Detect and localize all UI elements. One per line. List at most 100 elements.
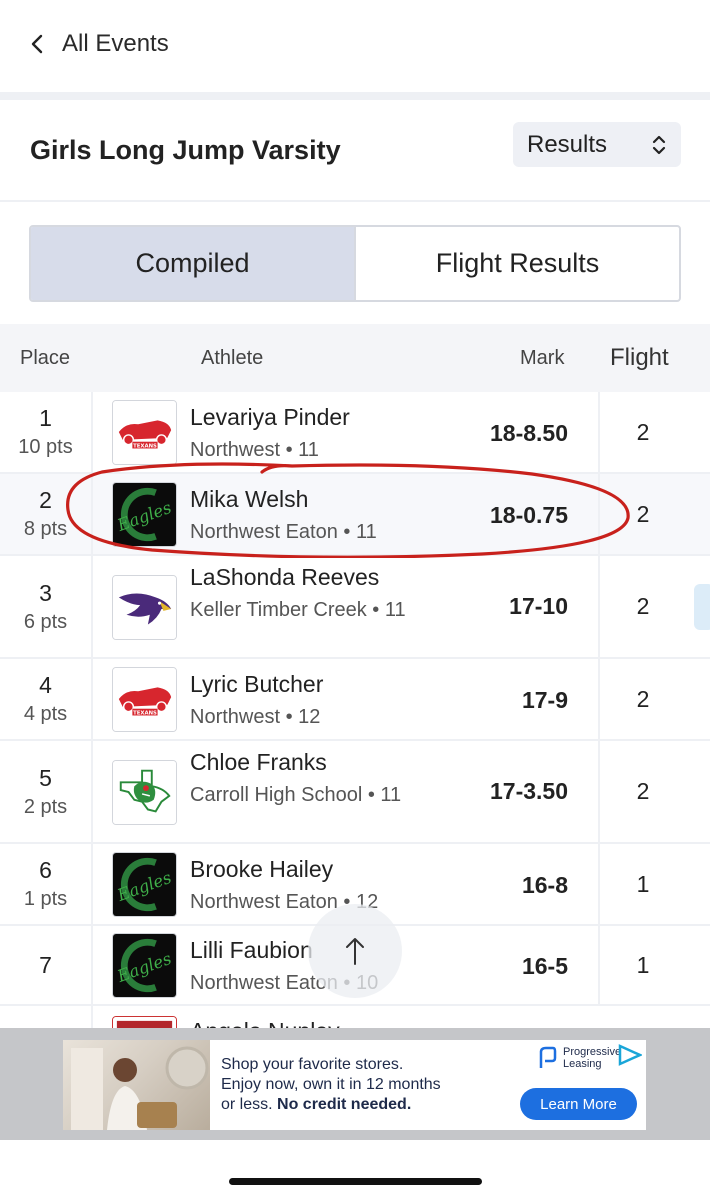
flight-value: 2 bbox=[598, 392, 686, 472]
place-number: 5 bbox=[39, 764, 52, 791]
mark-value: 17-9 bbox=[521, 687, 568, 713]
progressive-leasing-logo: Progressive Leasing bbox=[539, 1046, 621, 1070]
results-view-toggle: Compiled Flight Results bbox=[29, 225, 681, 302]
place-cell: 7 bbox=[0, 926, 93, 1004]
place-cell: 3 6 pts bbox=[0, 556, 93, 657]
ad-line-1: Shop your favorite stores. bbox=[221, 1056, 404, 1073]
svg-text:TEXANS: TEXANS bbox=[133, 711, 157, 717]
ad-line-3-bold: No credit needed. bbox=[277, 1096, 412, 1113]
mark-value: 18-0.75 bbox=[489, 502, 568, 528]
partial-column-chip bbox=[694, 584, 710, 630]
athlete-name[interactable]: Angela Nunley bbox=[190, 1018, 340, 1028]
table-row[interactable]: 3 6 pts LaShonda Reeves Keller Timber Cr… bbox=[0, 556, 710, 659]
points: 4 pts bbox=[23, 703, 68, 725]
place-cell: 1 10 pts bbox=[0, 392, 93, 472]
tab-compiled[interactable]: Compiled bbox=[31, 227, 356, 300]
points: 10 pts bbox=[18, 436, 73, 458]
place-number: 2 bbox=[39, 487, 52, 513]
table-row[interactable]: 5 2 pts Chloe Franks Carroll High School… bbox=[0, 741, 710, 844]
athlete-school: Northwest • 11 bbox=[190, 439, 319, 461]
chevron-left-icon bbox=[31, 34, 43, 54]
ad-banner-bar: Shop your favorite stores. Enjoy now, ow… bbox=[0, 1028, 710, 1140]
table-row[interactable]: 1 10 pts TEXANS Levariya Pinder Northwes… bbox=[0, 392, 710, 474]
svg-text:TEXANS: TEXANS bbox=[133, 444, 157, 450]
eagles-logo: Eagles bbox=[112, 852, 177, 917]
table-row[interactable]: Angela Nunley bbox=[0, 1006, 710, 1028]
view-select-value: Results bbox=[527, 130, 608, 158]
partial-logo bbox=[112, 1016, 177, 1028]
event-title: Girls Long Jump Varsity bbox=[30, 135, 341, 165]
back-to-all-events-button[interactable]: All Events bbox=[30, 30, 169, 58]
arrow-up-icon bbox=[346, 938, 364, 965]
header-place[interactable]: Place bbox=[20, 347, 70, 370]
table-row[interactable]: 4 4 pts TEXANS Lyric Butcher Northwest •… bbox=[0, 659, 710, 741]
athlete-school: Northwest • 12 bbox=[190, 706, 321, 728]
ad-line-2: Enjoy now, own it in 12 months bbox=[221, 1076, 441, 1093]
brand-line-1: Progressive bbox=[563, 1046, 622, 1058]
athlete-school: Carroll High School • 11 bbox=[190, 784, 402, 806]
advertisement[interactable]: Shop your favorite stores. Enjoy now, ow… bbox=[63, 1040, 646, 1130]
athlete-name[interactable]: Mika Welsh bbox=[190, 486, 308, 513]
flight-value: 2 bbox=[598, 474, 686, 554]
flight-value: 1 bbox=[598, 926, 686, 1004]
flight-value: 1 bbox=[598, 844, 686, 924]
points: 6 pts bbox=[23, 610, 68, 633]
place-cell: 5 2 pts bbox=[0, 741, 93, 842]
points: 8 pts bbox=[23, 518, 68, 540]
athlete-name[interactable]: Brooke Hailey bbox=[190, 856, 333, 883]
place-number: 4 bbox=[39, 672, 52, 698]
texans-logo: TEXANS bbox=[112, 400, 177, 465]
ad-copy: Shop your favorite stores. Enjoy now, ow… bbox=[221, 1055, 511, 1115]
eagles-logo: Eagles bbox=[112, 933, 177, 998]
place-number: 1 bbox=[39, 405, 52, 431]
brand-line-2: Leasing bbox=[563, 1058, 602, 1070]
flight-value: 2 bbox=[598, 556, 686, 657]
scroll-to-top-button[interactable] bbox=[308, 904, 402, 998]
table-header: Place Athlete Mark Flight bbox=[0, 324, 710, 392]
athlete-name[interactable]: LaShonda Reeves bbox=[190, 564, 379, 591]
place-cell bbox=[0, 1006, 93, 1028]
place-cell: 6 1 pts bbox=[0, 844, 93, 924]
header-flight[interactable]: Flight bbox=[610, 344, 669, 372]
top-navigation-bar: All Events bbox=[0, 0, 710, 92]
athlete-name[interactable]: Lilli Faubion bbox=[190, 937, 313, 964]
progressive-logo-icon bbox=[539, 1046, 557, 1068]
event-header: Girls Long Jump Varsity Results bbox=[0, 100, 710, 202]
athlete-school: Northwest Eaton • 12 bbox=[190, 891, 379, 913]
texans-logo: TEXANS bbox=[112, 667, 177, 732]
flight-value: 2 bbox=[598, 741, 686, 842]
place-cell: 4 4 pts bbox=[0, 659, 93, 739]
points: 1 pts bbox=[23, 888, 68, 910]
place-number: 3 bbox=[39, 579, 52, 606]
header-athlete[interactable]: Athlete bbox=[201, 347, 263, 370]
place-number: 7 bbox=[39, 951, 52, 978]
header-mark[interactable]: Mark bbox=[520, 347, 564, 370]
tab-flight-results[interactable]: Flight Results bbox=[356, 227, 679, 300]
mark-value: 17-3.50 bbox=[489, 778, 568, 804]
mark-value: 18-8.50 bbox=[489, 420, 568, 446]
view-select-dropdown[interactable]: Results bbox=[513, 122, 681, 167]
athlete-school: Keller Timber Creek • 11 bbox=[190, 599, 406, 621]
athlete-name[interactable]: Chloe Franks bbox=[190, 749, 327, 776]
points: 2 pts bbox=[23, 795, 68, 818]
chevron-up-down-icon bbox=[652, 135, 666, 155]
ad-choices-icon[interactable] bbox=[618, 1044, 642, 1066]
dragon-texas-logo bbox=[112, 760, 177, 825]
athlete-school: Northwest Eaton • 11 bbox=[190, 521, 377, 543]
ad-line-3: or less. No credit needed. bbox=[221, 1095, 511, 1115]
eagles-logo: Eagles bbox=[112, 482, 177, 547]
divider bbox=[0, 92, 710, 100]
ad-photo bbox=[63, 1040, 210, 1130]
home-indicator[interactable] bbox=[229, 1178, 482, 1185]
flight-value: 2 bbox=[598, 659, 686, 739]
falcon-logo bbox=[112, 575, 177, 640]
ad-line-3-text: or less. bbox=[221, 1096, 278, 1113]
back-label: All Events bbox=[62, 30, 169, 57]
place-number: 6 bbox=[39, 857, 52, 883]
table-row[interactable]: 2 8 pts Eagles Mika Welsh Northwest Eato… bbox=[0, 474, 710, 556]
athlete-name[interactable]: Lyric Butcher bbox=[190, 671, 323, 698]
mark-value: 16-5 bbox=[521, 953, 568, 979]
mark-value: 17-10 bbox=[509, 593, 568, 619]
learn-more-button[interactable]: Learn More bbox=[520, 1088, 637, 1120]
athlete-name[interactable]: Levariya Pinder bbox=[190, 404, 350, 431]
